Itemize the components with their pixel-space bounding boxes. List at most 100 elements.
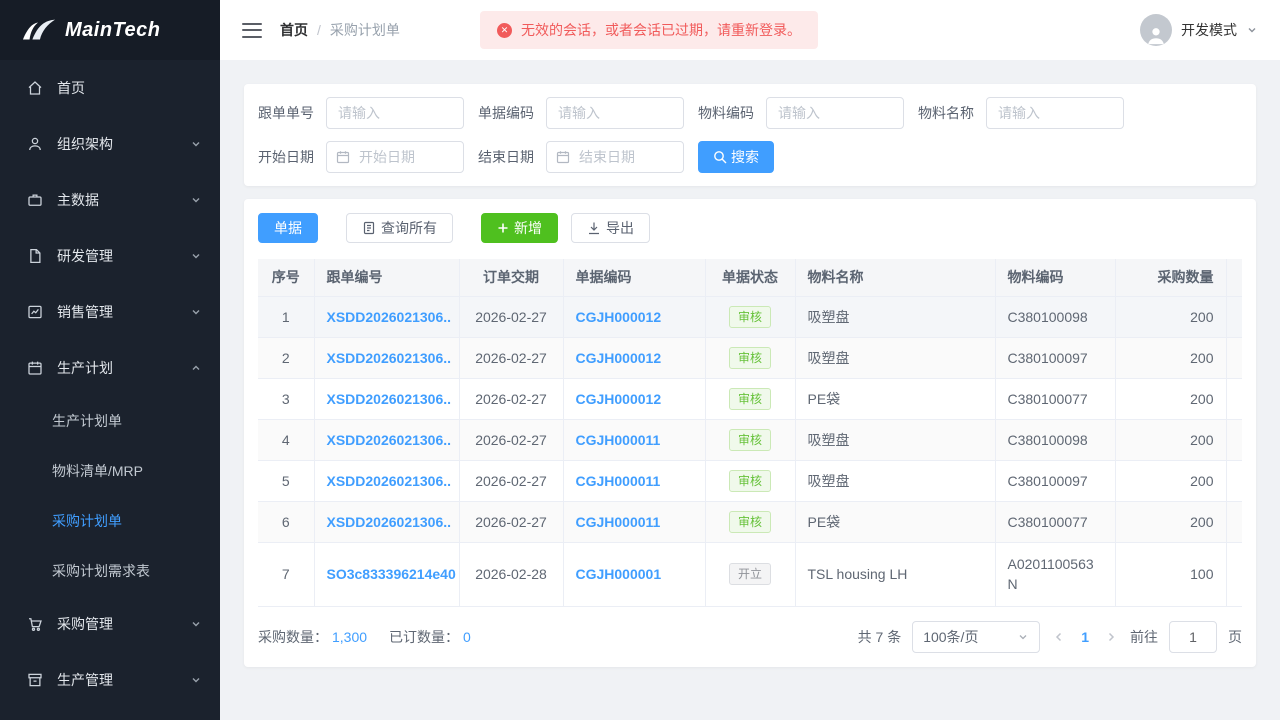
sidebar-subitem-purchase-plan-demand[interactable]: 采购计划需求表 [0, 546, 220, 596]
doc-no-link[interactable]: CGJH000012 [576, 309, 662, 325]
status-badge: 审核 [728, 305, 771, 328]
sidebar-subitem-purchase-plan-order[interactable]: 采购计划单 [0, 496, 220, 546]
cell-material-name: PE袋 [795, 378, 996, 420]
sidebar-menu: 首页 组织架构 主数据 研发管理 销售管理 生产计划 生产计划单 物料清单/MR… [0, 60, 220, 708]
cell-doc-no: CGJH000012 [563, 378, 706, 420]
doc-no-link[interactable]: CGJH000012 [576, 350, 662, 366]
order-no-link[interactable]: XSDD2026021306.. [327, 350, 452, 366]
page-unit-label: 页 [1228, 628, 1242, 645]
filter-field-material-code: 物料编码 [698, 97, 904, 129]
cell-extra [1226, 337, 1242, 379]
material-code-input[interactable] [766, 97, 904, 129]
sidebar-item-production-plan[interactable]: 生产计划 [0, 340, 220, 396]
search-button-label: 搜索 [731, 149, 759, 165]
breadcrumb-home[interactable]: 首页 [280, 20, 308, 40]
doc-no-link[interactable]: CGJH000011 [576, 514, 661, 530]
plus-icon [497, 222, 509, 234]
sidebar-item-purchasing[interactable]: 采购管理 [0, 596, 220, 652]
chevron-down-icon [190, 618, 202, 630]
cell-order-no: XSDD2026021306.. [314, 296, 460, 338]
top-header: 首页 / 采购计划单 ✕ 无效的会话，或者会话已过期，请重新登录。 开发模式 [220, 0, 1280, 60]
home-icon [26, 79, 44, 97]
sidebar-item-home[interactable]: 首页 [0, 60, 220, 116]
doc-no-link[interactable]: CGJH000001 [576, 566, 662, 582]
order-no-input[interactable] [326, 97, 464, 129]
sidebar-subitem-bom-mrp[interactable]: 物料清单/MRP [0, 446, 220, 496]
prev-page-icon[interactable] [1051, 631, 1067, 643]
sidebar-subitem-production-plan-order[interactable]: 生产计划单 [0, 396, 220, 446]
sidebar-item-label: 研发管理 [57, 248, 113, 264]
next-page-icon[interactable] [1103, 631, 1119, 643]
cell-order-no: XSDD2026021306.. [314, 460, 460, 502]
page-size-select[interactable]: 100条/页 [912, 620, 1041, 653]
filter-field-start-date: 开始日期 [258, 141, 464, 173]
field-label: 物料编码 [698, 105, 754, 121]
cell-status: 开立 [705, 542, 796, 607]
search-button[interactable]: 搜索 [698, 141, 774, 173]
doc-no-input[interactable] [546, 97, 684, 129]
sidebar-item-production[interactable]: 生产管理 [0, 652, 220, 708]
table-row[interactable]: 2 XSDD2026021306.. 2026-02-27 CGJH000012… [258, 337, 1242, 379]
doc-no-link[interactable]: CGJH000012 [576, 391, 662, 407]
cell-doc-no: CGJH000012 [563, 337, 706, 379]
query-all-button[interactable]: 查询所有 [346, 213, 453, 243]
order-no-link[interactable]: XSDD2026021306.. [327, 391, 452, 407]
order-no-link[interactable]: XSDD2026021306.. [327, 309, 452, 325]
sidebar-item-master-data[interactable]: 主数据 [0, 172, 220, 228]
filter-field-end-date: 结束日期 [478, 141, 684, 173]
chevron-down-icon [190, 306, 202, 318]
sidebar-item-label: 主数据 [57, 192, 99, 208]
sidebar-item-org[interactable]: 组织架构 [0, 116, 220, 172]
sidebar-submenu-production-plan: 生产计划单 物料清单/MRP 采购计划单 采购计划需求表 [0, 396, 220, 596]
table-header-row: 序号 跟单编号 订单交期 单据编码 单据状态 物料名称 物料编码 采购数量 [258, 259, 1242, 297]
field-label: 开始日期 [258, 149, 314, 165]
status-badge: 审核 [728, 428, 771, 451]
sidebar-item-label: 首页 [57, 80, 85, 96]
sidebar-item-sales[interactable]: 销售管理 [0, 284, 220, 340]
material-name-input[interactable] [986, 97, 1124, 129]
menu-toggle-icon[interactable] [242, 22, 262, 38]
sidebar-item-rd[interactable]: 研发管理 [0, 228, 220, 284]
doc-button[interactable]: 单据 [258, 213, 318, 243]
breadcrumb: 首页 / 采购计划单 [280, 20, 400, 40]
page-content: 跟单单号 单据编码 物料编码 物料名称 [220, 60, 1280, 720]
order-no-link[interactable]: XSDD2026021306.. [327, 473, 452, 489]
table-row[interactable]: 6 XSDD2026021306.. 2026-02-27 CGJH000011… [258, 501, 1242, 543]
add-button-label: 新增 [514, 220, 542, 236]
order-no-link[interactable]: XSDD2026021306.. [327, 432, 452, 448]
status-badge: 审核 [728, 510, 771, 533]
col-header-delivery: 订单交期 [459, 259, 564, 297]
user-menu[interactable]: 开发模式 [1140, 14, 1258, 46]
cell-status: 审核 [705, 337, 796, 379]
start-date-input[interactable] [326, 141, 464, 173]
table-row[interactable]: 4 XSDD2026021306.. 2026-02-27 CGJH000011… [258, 419, 1242, 461]
sidebar-item-label: 生产管理 [57, 672, 113, 688]
cell-qty: 200 [1115, 460, 1227, 502]
alert-message: 无效的会话，或者会话已过期，请重新登录。 [521, 22, 801, 38]
briefcase-icon [26, 191, 44, 209]
order-no-link[interactable]: XSDD2026021306.. [327, 514, 452, 530]
goto-page-input[interactable] [1169, 620, 1217, 653]
cell-order-no: XSDD2026021306.. [314, 419, 460, 461]
table-row[interactable]: 1 XSDD2026021306.. 2026-02-27 CGJH000012… [258, 296, 1242, 338]
current-page[interactable]: 1 [1078, 629, 1092, 645]
cell-extra [1226, 378, 1242, 420]
table-row[interactable]: 5 XSDD2026021306.. 2026-02-27 CGJH000011… [258, 460, 1242, 502]
field-label: 单据编码 [478, 105, 534, 121]
cell-delivery-date: 2026-02-27 [459, 296, 564, 338]
doc-no-link[interactable]: CGJH000011 [576, 473, 661, 489]
brand-name: MainTech [65, 18, 161, 41]
table-row[interactable]: 3 XSDD2026021306.. 2026-02-27 CGJH000012… [258, 378, 1242, 420]
user-mode-label: 开发模式 [1181, 22, 1237, 38]
document-icon [362, 221, 376, 235]
search-icon [713, 150, 727, 164]
breadcrumb-separator: / [317, 22, 321, 38]
order-no-link[interactable]: SO3c833396214e40 [327, 566, 456, 582]
table-row[interactable]: 7 SO3c833396214e40 2026-02-28 CGJH000001… [258, 542, 1242, 607]
doc-no-link[interactable]: CGJH000011 [576, 432, 661, 448]
end-date-input[interactable] [546, 141, 684, 173]
total-count: 共 7 条 [857, 628, 902, 645]
export-button[interactable]: 导出 [571, 213, 650, 243]
add-button[interactable]: 新增 [481, 213, 558, 243]
chevron-down-icon [1246, 24, 1258, 36]
